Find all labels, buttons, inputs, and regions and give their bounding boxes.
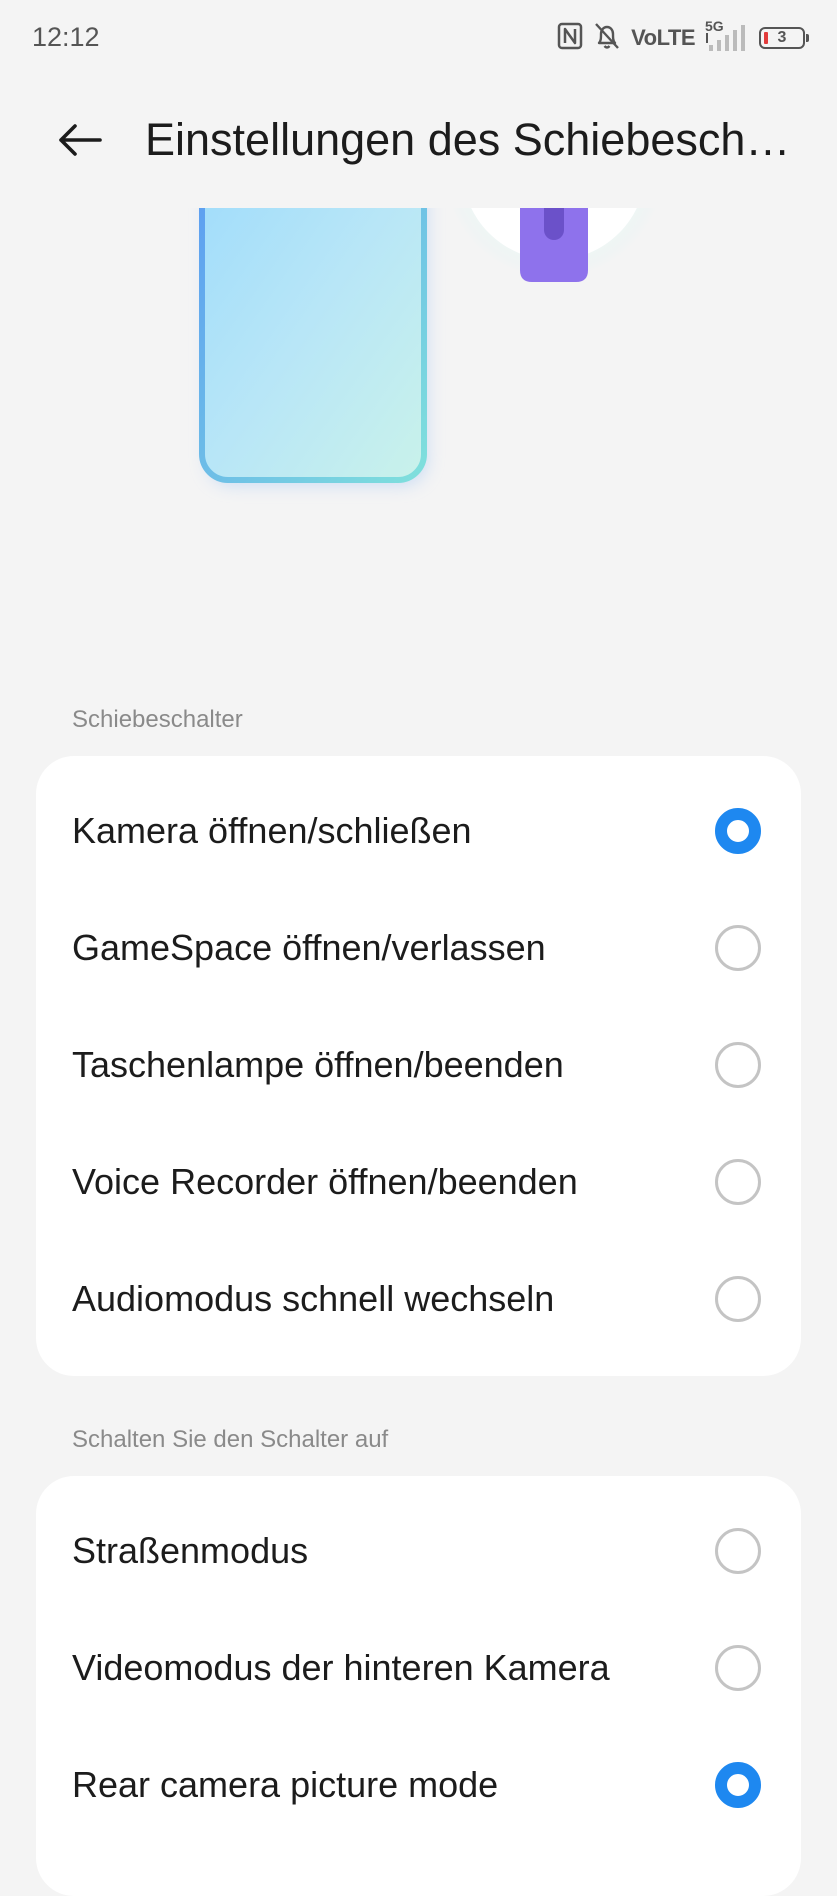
bell-off-icon (593, 21, 621, 56)
slider-options-card: Kamera öffnen/schließen GameSpace öffnen… (36, 756, 801, 1376)
option-label: Straßenmodus (72, 1529, 309, 1571)
radio-button-selected[interactable] (715, 1761, 761, 1808)
option-rear-picture[interactable]: Rear camera picture mode (36, 1726, 801, 1843)
signal-icon: 5G (705, 18, 749, 55)
page-title: Einstellungen des Schiebeschalters (145, 114, 795, 165)
option-gamespace[interactable]: GameSpace öffnen/verlassen (36, 889, 801, 1006)
back-arrow-icon (56, 122, 104, 163)
radio-button-selected[interactable] (715, 807, 761, 854)
status-icons: VoLTE 5G 3 (557, 18, 809, 56)
radio-button[interactable] (715, 1644, 761, 1691)
radio-button[interactable] (715, 1527, 761, 1574)
switch-up-options-card: Straßenmodus Videomodus der hinteren Kam… (36, 1476, 801, 1896)
battery-level-bar (764, 32, 768, 44)
section-label-switch-up: Schalten Sie den Schalter auf (72, 1426, 389, 1453)
volte-label: VoLTE (631, 25, 695, 50)
option-label: Videomodus der hinteren Kamera (72, 1646, 610, 1688)
battery-icon: 3 (759, 27, 809, 49)
back-button[interactable] (46, 112, 114, 172)
radio-button[interactable] (715, 1275, 761, 1322)
option-label: Taschenlampe öffnen/beenden (72, 1043, 564, 1085)
battery-level-text: 3 (777, 29, 787, 46)
header: Einstellungen des Schiebeschalters (0, 90, 837, 194)
radio-button[interactable] (715, 1158, 761, 1205)
option-audio-mode[interactable]: Audiomodus schnell wechseln (36, 1240, 801, 1357)
option-street-mode[interactable]: Straßenmodus (36, 1492, 801, 1609)
status-time: 12:12 (32, 22, 100, 52)
nfc-icon (557, 22, 583, 55)
radio-button[interactable] (715, 1041, 761, 1088)
slider-illustration (0, 208, 837, 608)
option-rear-video[interactable]: Videomodus der hinteren Kamera (36, 1609, 801, 1726)
status-bar: 12:12 VoLTE 5G 3 (0, 0, 837, 76)
option-flashlight[interactable]: Taschenlampe öffnen/beenden (36, 1006, 801, 1123)
option-label: Kamera öffnen/schließen (72, 809, 472, 851)
option-label: Audiomodus schnell wechseln (72, 1277, 555, 1319)
option-voice-recorder[interactable]: Voice Recorder öffnen/beenden (36, 1123, 801, 1240)
radio-button[interactable] (715, 924, 761, 971)
option-camera[interactable]: Kamera öffnen/schließen (36, 772, 801, 889)
section-label-slider: Schiebeschalter (72, 706, 243, 733)
option-label: Voice Recorder öffnen/beenden (72, 1160, 578, 1202)
option-label: Rear camera picture mode (72, 1763, 499, 1805)
option-label: GameSpace öffnen/verlassen (72, 926, 546, 968)
